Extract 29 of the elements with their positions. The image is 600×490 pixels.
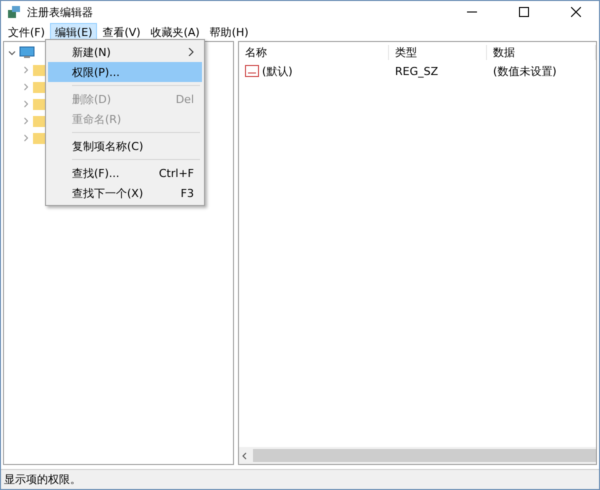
collapse-caret-icon[interactable] (22, 66, 30, 74)
expand-caret-icon[interactable] (8, 48, 16, 56)
table-cell-text: (数值未设置) (492, 64, 558, 78)
menu-item[interactable]: 帮助(H) (204, 23, 254, 41)
close-icon (571, 7, 581, 17)
menu-entry[interactable]: 查找下一个(X) F3 (48, 183, 202, 203)
menu-entry[interactable]: 查找(F)... Ctrl+F (48, 163, 202, 183)
registry-app-icon (7, 5, 21, 19)
column-header[interactable]: 类型 (389, 44, 487, 60)
status-text: 显示项的权限。 (1, 469, 599, 489)
maximize-icon (519, 7, 529, 17)
menu-entry[interactable]: 新建(N) (48, 42, 202, 62)
menu-item[interactable]: 收藏夹(A) (146, 23, 205, 41)
horizontal-scrollbar[interactable] (239, 447, 596, 464)
collapse-caret-icon[interactable] (22, 134, 30, 142)
collapse-caret-icon[interactable] (22, 116, 30, 124)
menu-entry[interactable]: 复制项名称(C) (48, 136, 202, 156)
collapse-caret-icon[interactable] (22, 82, 30, 90)
menu-entry[interactable]: 权限(P)... (48, 62, 202, 82)
window-title: 注册表编辑器 (27, 4, 94, 20)
table-cell-text: REG_SZ (394, 64, 440, 78)
menu-item[interactable]: 文件(F) (3, 23, 50, 41)
table-cell: (默认) (239, 64, 389, 78)
column-header[interactable]: 数据 (487, 44, 596, 60)
collapse-caret-icon[interactable] (22, 100, 30, 108)
computer-icon (19, 46, 35, 59)
menu-item[interactable]: 查看(V) (97, 23, 146, 41)
string-value-icon (245, 65, 259, 77)
column-header[interactable]: 名称 (239, 44, 389, 60)
